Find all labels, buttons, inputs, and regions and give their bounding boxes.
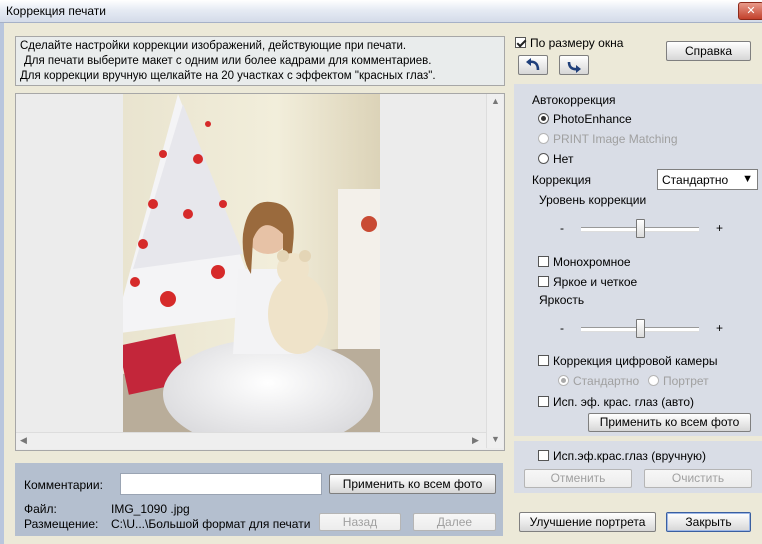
brightness-minus: - [560, 321, 564, 335]
radio-print-image-matching[interactable] [538, 133, 549, 144]
cancel-redeye-button[interactable]: Отменить [524, 469, 632, 488]
scroll-left-icon[interactable]: ◀ [20, 435, 27, 446]
back-button[interactable]: Назад [319, 513, 401, 531]
preview-horizontal-scrollbar[interactable]: ◀ ▶ [16, 432, 486, 449]
instruction-line-2: Для печати выберите макет с одним или бо… [24, 55, 432, 67]
rotate-right-icon [567, 61, 581, 73]
comments-input[interactable] [120, 473, 322, 495]
monochrome-checkbox[interactable] [538, 256, 549, 267]
next-button[interactable]: Далее [413, 513, 496, 531]
location-label: Размещение: [24, 517, 99, 531]
instruction-line-3: Для коррекции вручную щелкайте на 20 уча… [20, 70, 436, 82]
chevron-down-icon: ▼ [742, 173, 753, 185]
correction-level-label: Уровень коррекции [539, 193, 647, 207]
clear-redeye-button[interactable]: Очистить [644, 469, 752, 488]
scroll-down-icon[interactable]: ▼ [491, 434, 500, 444]
title-bar: Коррекция печати ✕ [0, 0, 762, 23]
help-button[interactable]: Справка [666, 41, 751, 61]
redeye-manual-checkbox[interactable] [538, 450, 549, 461]
camera-correction-checkbox[interactable] [538, 355, 549, 366]
radio-none[interactable] [538, 153, 549, 164]
vivid-label: Яркое и четкое [553, 275, 638, 289]
apply-comments-all-button[interactable]: Применить ко всем фото [329, 474, 496, 494]
photo-preview[interactable] [113, 94, 380, 449]
fit-window-label: По размеру окна [530, 36, 624, 50]
redeye-manual-label: Исп.эф.крас.глаз (вручную) [553, 449, 706, 463]
radio-photoenhance-label: PhotoEnhance [553, 112, 632, 126]
fit-window-checkbox[interactable] [515, 37, 526, 48]
window-frame [0, 23, 4, 544]
instruction-box: Сделайте настройки коррекции изображений… [15, 36, 505, 86]
rotate-left-button[interactable] [518, 55, 548, 75]
window-title: Коррекция печати [6, 4, 106, 18]
camera-correction-label: Коррекция цифровой камеры [553, 354, 718, 368]
radio-photoenhance[interactable] [538, 113, 549, 124]
correction-level-slider[interactable] [635, 219, 645, 238]
brightness-plus: + [716, 321, 724, 335]
rotate-right-button[interactable] [559, 55, 589, 75]
brightness-label: Яркость [539, 293, 585, 307]
correction-select-value: Стандартно [662, 173, 729, 187]
location-value: C:\U...\Большой формат для печати [111, 517, 311, 531]
radio-camera-standard-label: Стандартно [573, 374, 640, 388]
preview-vertical-scrollbar[interactable]: ▲ ▼ [486, 94, 503, 448]
file-value: IMG_1090 .jpg [111, 502, 190, 516]
correction-label: Коррекция [532, 173, 592, 187]
correction-level-minus: - [560, 221, 564, 235]
close-window-button[interactable]: ✕ [738, 2, 762, 20]
file-label: Файл: [24, 502, 57, 516]
correction-select[interactable]: Стандартно ▼ [657, 169, 758, 190]
comments-label: Комментарии: [24, 478, 103, 492]
portrait-enhance-button[interactable]: Улучшение портрета [519, 512, 656, 532]
radio-camera-portrait[interactable] [648, 375, 659, 386]
instruction-line-1: Сделайте настройки коррекции изображений… [20, 40, 407, 52]
redeye-auto-label: Исп. эф. крас. глаз (авто) [553, 395, 695, 409]
scroll-up-icon[interactable]: ▲ [491, 96, 500, 106]
radio-camera-standard[interactable] [558, 375, 569, 386]
brightness-slider[interactable] [635, 319, 645, 338]
auto-correction-heading: Автокоррекция [532, 93, 616, 107]
photo-image [113, 94, 380, 449]
close-button[interactable]: Закрыть [666, 512, 751, 532]
scroll-right-icon[interactable]: ▶ [472, 435, 479, 446]
radio-camera-portrait-label: Портрет [663, 374, 709, 388]
vivid-checkbox[interactable] [538, 276, 549, 287]
correction-level-plus: + [716, 221, 724, 235]
radio-print-image-matching-label: PRINT Image Matching [553, 132, 678, 146]
monochrome-label: Монохромное [553, 255, 631, 269]
apply-redeye-all-button[interactable]: Применить ко всем фото [588, 413, 751, 432]
radio-none-label: Нет [553, 152, 574, 166]
redeye-auto-checkbox[interactable] [538, 396, 549, 407]
rotate-left-icon [526, 58, 540, 71]
